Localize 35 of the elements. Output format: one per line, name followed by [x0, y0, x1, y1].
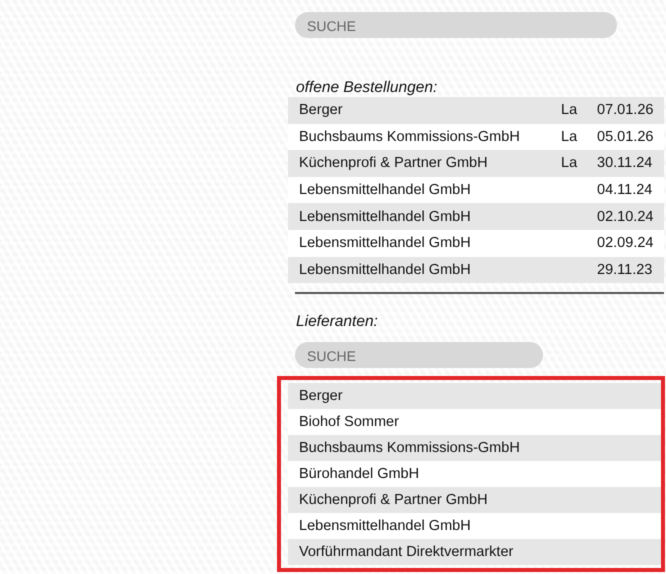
order-row[interactable]: Lebensmittelhandel GmbH 02.09.24 — [288, 230, 664, 257]
customer-name: Lebensmittelhandel GmbH — [299, 262, 472, 278]
order-date: 05.01.26 — [597, 128, 654, 145]
customer-name: Lebensmittelhandel GmbH — [299, 208, 472, 225]
order-date: 02.10.24 — [597, 208, 654, 225]
order-row[interactable]: Buchsbaums Kommissions-GmbH La 05.01.26 — [288, 124, 664, 150]
order-code: La — [561, 128, 578, 145]
supplier-row[interactable]: Buchsbaums Kommissions-GmbH — [288, 435, 664, 462]
customer-name: Lebensmittelhandel GmbH — [299, 182, 472, 198]
search-field[interactable]: SUCHE — [295, 12, 617, 38]
order-row[interactable]: Lebensmittelhandel GmbH 29.11.23 — [288, 256, 664, 284]
section-heading: offene Bestellungen: — [296, 78, 438, 97]
search-field[interactable]: SUCHE — [295, 342, 543, 368]
supplier-row[interactable]: Küchenprofi & Partner GmbH — [288, 487, 664, 514]
supplier-row[interactable]: Lebensmittelhandel GmbH — [288, 513, 664, 540]
supplier-row[interactable]: Vorführmandant Direktvermarkter — [288, 539, 664, 566]
order-date: 02.09.24 — [597, 235, 654, 252]
customer-name: Lebensmittelhandel GmbH — [299, 235, 472, 252]
order-date: 04.11.24 — [597, 182, 654, 198]
order-row[interactable]: Lebensmittelhandel GmbH 02.10.24 — [288, 203, 664, 230]
order-date: 07.01.26 — [597, 102, 654, 118]
section-heading: Lieferanten: — [296, 312, 379, 332]
order-row[interactable]: Berger La 07.01.26 — [288, 97, 664, 124]
order-date: 29.11.23 — [597, 262, 654, 278]
order-row[interactable]: Küchenprofi & Partner GmbH La 30.11.24 — [288, 150, 664, 177]
customer-name: Berger — [299, 102, 344, 118]
supplier-row[interactable]: Bürohandel GmbH — [288, 461, 664, 488]
order-code: La — [561, 102, 578, 118]
order-code: La — [561, 155, 578, 172]
customer-name: Küchenprofi & Partner GmbH — [299, 155, 489, 172]
supplier-row[interactable]: Biohof Sommer — [288, 409, 664, 436]
customer-name: Buchsbaums Kommissions-GmbH — [299, 128, 521, 145]
supplier-row[interactable]: Berger — [288, 383, 664, 410]
order-row[interactable]: Lebensmittelhandel GmbH 04.11.24 — [288, 176, 664, 204]
order-date: 30.11.24 — [597, 155, 654, 172]
